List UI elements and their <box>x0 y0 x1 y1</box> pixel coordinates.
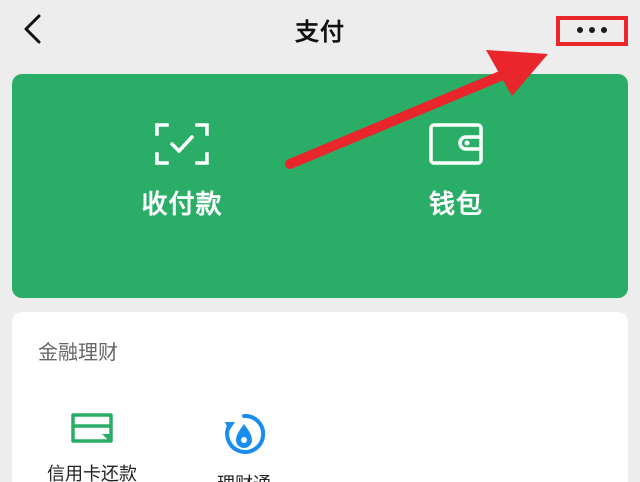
wallet-icon <box>429 123 483 165</box>
wealth-management-label: 理财通 <box>194 470 294 482</box>
wealth-management-button[interactable]: 理财通 <box>194 412 294 482</box>
top-bar: 支付 <box>0 0 640 58</box>
wealth-icon <box>225 413 266 454</box>
finance-section: 金融理财 信用卡还款 理财通 <box>12 312 628 482</box>
receive-pay-button[interactable]: 收付款 <box>112 122 252 221</box>
credit-card-repay-button[interactable]: 信用卡还款 <box>42 412 142 482</box>
payment-actions-card: 收付款 钱包 <box>12 74 628 298</box>
wallet-label: 钱包 <box>428 190 483 220</box>
more-horizontal-icon <box>560 27 624 33</box>
credit-card-icon <box>71 413 113 443</box>
wallet-button[interactable]: 钱包 <box>386 122 526 221</box>
receive-pay-label: 收付款 <box>141 190 223 220</box>
page-title: 支付 <box>295 18 345 46</box>
section-title: 金融理财 <box>38 340 118 364</box>
payment-page: 支付 收付款 钱包 金融理财 信用卡还款 <box>0 0 640 482</box>
scan-check-icon <box>155 123 209 165</box>
more-button[interactable] <box>556 16 628 46</box>
credit-card-repay-label: 信用卡还款 <box>47 464 137 482</box>
